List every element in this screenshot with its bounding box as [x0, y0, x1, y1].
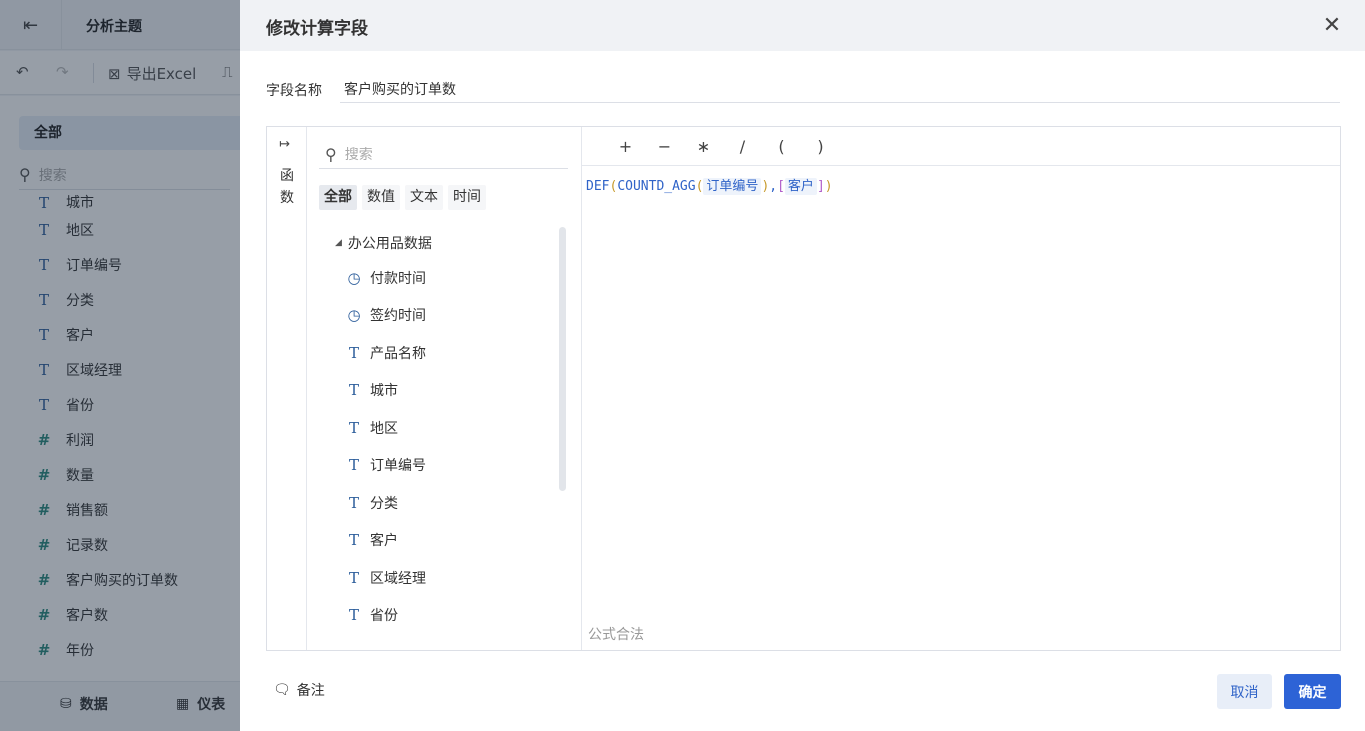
- operator-button[interactable]: /: [723, 137, 762, 156]
- comment-icon: 🗨: [273, 682, 291, 698]
- operator-button[interactable]: −: [645, 137, 684, 156]
- tree-field-label: 区域经理: [370, 570, 426, 587]
- expand-panel-icon[interactable]: ↦: [279, 137, 290, 152]
- tree-field-item[interactable]: T 分类: [307, 484, 567, 522]
- cancel-button[interactable]: 取消: [1217, 674, 1272, 709]
- bracket-open: [: [777, 179, 785, 194]
- tree-root-node[interactable]: ◢ 办公用品数据: [307, 227, 567, 259]
- text-icon: T: [348, 493, 359, 512]
- tree-field-item[interactable]: T 客户: [307, 522, 567, 560]
- clock-icon: ◷: [347, 268, 361, 287]
- tree-field-item[interactable]: T 城市: [307, 372, 567, 410]
- operator-button[interactable]: ∗: [684, 137, 723, 156]
- field-panel: ⚲ 全部数值文本时间 ◢ 办公用品数据 ◷付款时间◷签约时间T产品名称T城市T地…: [307, 127, 582, 650]
- tree-field-label: 签约时间: [370, 308, 426, 325]
- tab-field-type[interactable]: 时间: [448, 185, 486, 210]
- tree-field-item[interactable]: T 地区: [307, 409, 567, 447]
- clock-icon: ◷: [347, 306, 361, 325]
- function-panel-toggle[interactable]: ↦ 函 数: [267, 127, 307, 650]
- comma: ,: [769, 179, 778, 194]
- bracket-close: ]: [816, 179, 825, 194]
- tab-field-type[interactable]: 数值: [362, 185, 400, 210]
- field-search[interactable]: ⚲: [319, 141, 568, 169]
- tree-field-item[interactable]: T 订单编号: [307, 447, 567, 485]
- tab-field-type[interactable]: 全部: [319, 185, 357, 210]
- formula-panel: + − ∗ /() DEF(COUNTD_AGG(订单编号),[客户]) 公式合法: [582, 127, 1340, 650]
- tree-field-item[interactable]: ◷ 付款时间: [307, 259, 567, 297]
- confirm-button[interactable]: 确定: [1284, 674, 1341, 709]
- field-token[interactable]: 客户: [784, 178, 817, 195]
- tree-root-label: 办公用品数据: [347, 236, 432, 252]
- formula-status: 公式合法: [588, 627, 644, 643]
- tree-field-label: 省份: [370, 608, 398, 625]
- functions-label: 函 数: [280, 168, 294, 206]
- note-button[interactable]: 🗨 备注: [273, 680, 325, 700]
- text-icon: T: [348, 606, 359, 625]
- text-icon: T: [348, 568, 359, 587]
- text-icon: T: [348, 418, 359, 437]
- field-list-scrollbar[interactable]: [559, 227, 566, 491]
- note-label: 备注: [296, 683, 325, 699]
- search-icon: ⚲: [325, 145, 337, 164]
- operator-button[interactable]: +: [606, 137, 645, 156]
- fn-def: DEF: [586, 179, 610, 194]
- formula-editor: ↦ 函 数 ⚲ 全部数值文本时间 ◢ 办公用品数据 ◷ 付款时间 ◷ 签约时间 T 产品名…: [266, 126, 1341, 651]
- tree-field-label: 地区: [370, 420, 398, 437]
- tree-field-item[interactable]: ◷ 签约时间: [307, 297, 567, 335]
- close-icon[interactable]: ✕: [1319, 12, 1345, 38]
- field-token[interactable]: 订单编号: [703, 178, 762, 195]
- text-icon: T: [348, 343, 359, 362]
- tree-field-label: 产品名称: [370, 345, 426, 362]
- paren-close: ): [824, 179, 833, 194]
- formula-code[interactable]: DEF(COUNTD_AGG(订单编号),[客户]): [586, 175, 833, 195]
- tree-field-label: 订单编号: [370, 458, 426, 475]
- field-name-input[interactable]: [340, 75, 1340, 103]
- operator-button[interactable]: (: [762, 137, 801, 156]
- tree-field-label: 付款时间: [370, 270, 426, 287]
- text-icon: T: [348, 531, 359, 550]
- fn-countd: COUNTD_AGG: [617, 179, 696, 194]
- operator-bar: + − ∗ /(): [582, 127, 1340, 166]
- edit-calc-field-dialog: 修改计算字段 ✕ 字段名称 ↦ 函 数 ⚲ 全部数值文本时间 ◢ 办公用品数据 …: [240, 0, 1365, 731]
- field-type-tabs: 全部 数值 文本 时间: [319, 185, 486, 210]
- dialog-header: 修改计算字段 ✕: [240, 0, 1365, 51]
- tree-field-item[interactable]: T 区域经理: [307, 559, 567, 597]
- tab-field-type[interactable]: 文本: [405, 185, 443, 210]
- tree-field-label: 客户: [370, 533, 398, 550]
- tree-field-label: 城市: [370, 383, 398, 400]
- dialog-title: 修改计算字段: [266, 19, 368, 39]
- caret-down-icon[interactable]: ◢: [335, 238, 342, 248]
- tree-field-item[interactable]: T 省份: [307, 597, 567, 635]
- field-name-label: 字段名称: [266, 83, 322, 99]
- text-icon: T: [348, 456, 359, 475]
- field-tree: ◢ 办公用品数据 ◷ 付款时间 ◷ 签约时间 T 产品名称 T 城市 T 地区 T 订单编号 T 分类 T 客…: [307, 227, 567, 634]
- field-search-input[interactable]: [344, 146, 545, 163]
- operator-button[interactable]: ): [801, 137, 840, 156]
- tree-field-label: 分类: [370, 495, 398, 512]
- tree-field-item[interactable]: T 产品名称: [307, 334, 567, 372]
- text-icon: T: [348, 381, 359, 400]
